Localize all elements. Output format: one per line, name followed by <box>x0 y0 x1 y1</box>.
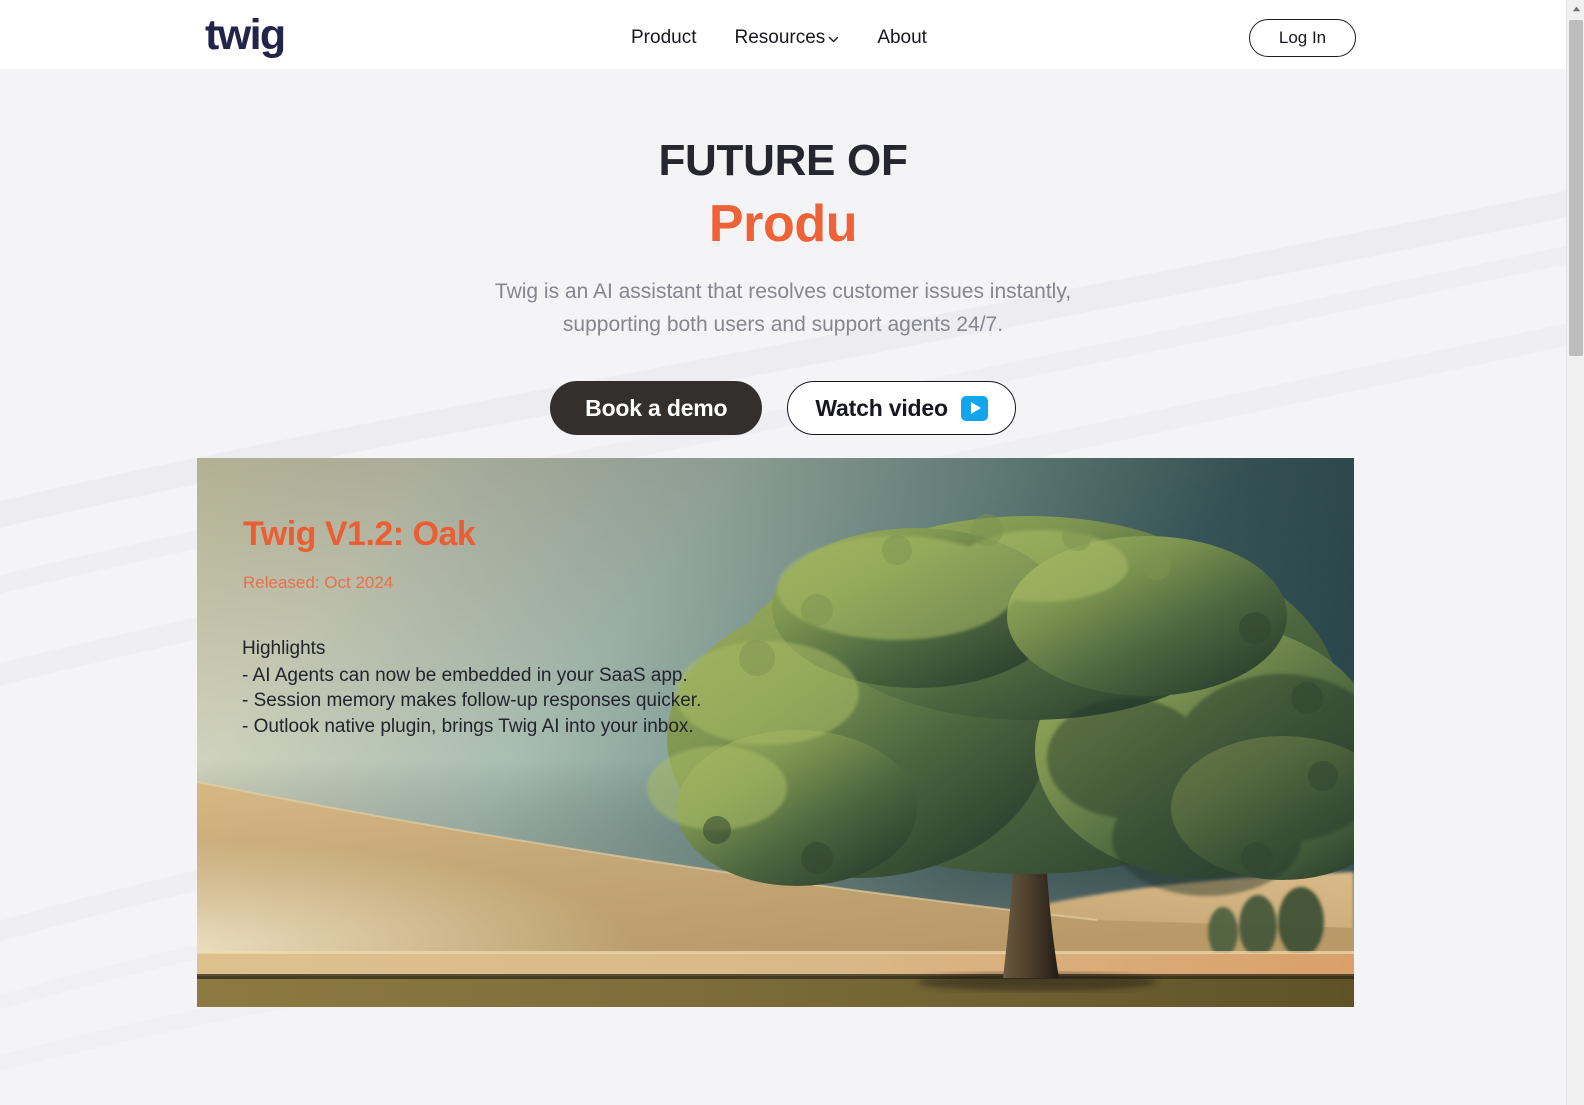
caret-up-icon[interactable] <box>1567 0 1584 18</box>
nav-item-resources-label: Resources <box>734 27 826 48</box>
site-header: twig Product Resources About Log In <box>0 0 1566 69</box>
hero-headline-static: FUTURE OF <box>658 136 908 185</box>
vertical-scrollbar[interactable] <box>1566 0 1584 1105</box>
hero-headline-typed: Produ <box>708 195 858 253</box>
book-a-demo-button[interactable]: Book a demo <box>550 381 763 435</box>
main-navigation: Product Resources About <box>631 24 927 51</box>
hero-subtitle: Twig is an AI assistant that resolves cu… <box>0 275 1566 341</box>
oak-tree-scene-image <box>197 458 1354 1007</box>
release-media-card[interactable]: Twig V1.2: Oak Released: Oct 2024 Highli… <box>197 458 1354 1007</box>
twig-logo[interactable]: twig <box>205 12 286 58</box>
nav-item-about[interactable]: About <box>877 24 927 51</box>
nav-item-resources[interactable]: Resources <box>734 24 839 51</box>
chevron-down-icon <box>828 34 839 45</box>
vertical-scroll-thumb[interactable] <box>1569 20 1583 356</box>
nav-item-product[interactable]: Product <box>631 24 696 51</box>
hero-subtitle-line1: Twig is an AI assistant that resolves cu… <box>494 280 1072 303</box>
hero-subtitle-line2: supporting both users and support agents… <box>562 313 1004 336</box>
watch-video-button[interactable]: Watch video <box>787 381 1016 435</box>
hero-section: FUTURE OF Produ Twig is an AI assistant … <box>0 69 1566 435</box>
nav-item-product-label: Product <box>631 27 697 48</box>
nav-item-about-label: About <box>877 27 927 48</box>
login-button[interactable]: Log In <box>1249 19 1356 57</box>
play-icon <box>960 395 988 421</box>
page-viewport: twig Product Resources About Log In FUTU… <box>0 0 1566 1105</box>
hero-cta-row: Book a demo Watch video <box>0 381 1566 435</box>
watch-video-label: Watch video <box>815 394 948 421</box>
